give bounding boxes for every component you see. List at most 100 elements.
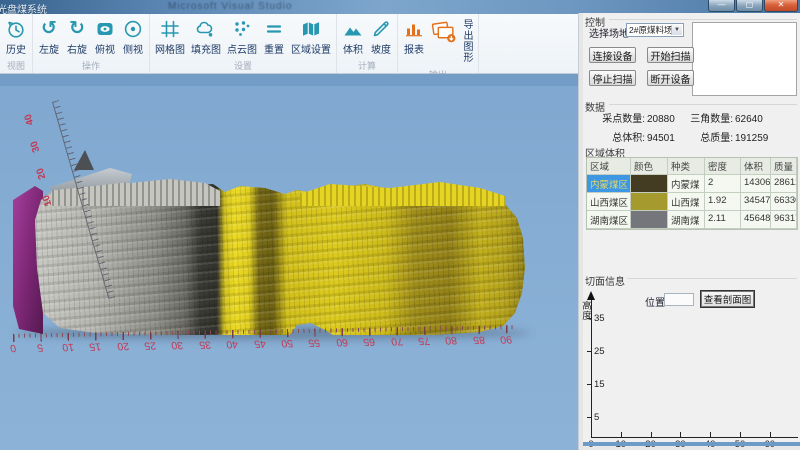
- region-map-icon: [300, 18, 322, 40]
- report-icon: [403, 18, 425, 40]
- ribbon-toolbar: 历史视图↺左旋↻右旋俯视侧视操作网格图填充图点云图重置区域设置设置体积坡度计算报…: [0, 14, 578, 74]
- chevron-down-icon: ▼: [671, 25, 682, 35]
- y-tick-label: 25: [594, 346, 610, 357]
- disconnect-device-button[interactable]: 断开设备: [647, 70, 694, 86]
- density-cell: 1.92: [705, 193, 741, 211]
- divider: [609, 104, 797, 105]
- ruler-number: 35: [192, 338, 218, 350]
- y-tick-label: 15: [594, 379, 610, 390]
- grid-icon: [159, 18, 181, 40]
- ribbon-item-label: 重置: [264, 41, 284, 56]
- table-row[interactable]: 内蒙煤区内蒙煤21430628612: [587, 175, 797, 193]
- stat-label: 总质量:: [683, 129, 733, 144]
- ribbon-group: 历史视图: [0, 14, 33, 73]
- x-tick-mark: [710, 432, 711, 437]
- x-tick-mark: [680, 432, 681, 437]
- ribbon-group: 体积坡度计算: [337, 14, 398, 73]
- stat-label: 采点数量:: [595, 110, 645, 125]
- volume-icon: [342, 18, 364, 40]
- table-header-row: 区域颜色种类密度体积质量: [587, 158, 797, 175]
- ruler-number: 45: [247, 337, 273, 349]
- volume-cell: 14306: [741, 175, 771, 193]
- ribbon-slope-button[interactable]: 坡度: [367, 16, 395, 58]
- ruler-number: 90: [493, 333, 519, 345]
- fill-icon: [195, 18, 217, 40]
- volume-cell: 34547: [741, 193, 771, 211]
- stop-scan-button[interactable]: 停止扫描: [589, 70, 636, 86]
- ribbon-grid-button[interactable]: 网格图: [152, 16, 188, 58]
- slope-icon: [370, 18, 392, 40]
- ribbon-history-button[interactable]: 历史: [2, 16, 30, 58]
- y-tick-label: 5: [594, 412, 610, 423]
- title-bar: 光盘煤系统 Microsoft Visual Studio — ▢ ✕: [0, 0, 800, 14]
- viewport-3d-canvas[interactable]: 40302010 0510152025303540455055606570758…: [0, 74, 578, 450]
- right-panel: 控制 选择场地: 2#原煤料场 ▼ 连接设备开始扫描停止扫描断开设备 数据 采点…: [583, 13, 800, 446]
- table-row[interactable]: 山西煤区山西煤1.923454766330: [587, 193, 797, 211]
- ruler-number: 60: [329, 336, 355, 348]
- view-section-button[interactable]: 查看剖面图: [701, 291, 754, 307]
- position-label: 位置: [645, 294, 665, 309]
- site-select-dropdown[interactable]: 2#原煤料场 ▼: [626, 23, 684, 37]
- y-tick-mark: [587, 351, 592, 352]
- ribbon-top-view-button[interactable]: 俯视: [91, 16, 119, 58]
- position-input[interactable]: [664, 293, 694, 306]
- mass-cell: 96317: [771, 211, 797, 229]
- stat-value: 62640: [733, 114, 763, 125]
- scan-statistics: 采点数量:20880三角数量:62640总体积:94501总质量:191259: [595, 110, 795, 144]
- x-tick-mark: [770, 432, 771, 437]
- x-tick-mark: [591, 432, 592, 437]
- ribbon-item-label: 体积: [343, 41, 363, 56]
- history-icon: [5, 18, 27, 40]
- ribbon-item-label: 点云图: [227, 41, 257, 56]
- start-scan-button[interactable]: 开始扫描: [647, 47, 694, 63]
- color-swatch: [631, 175, 668, 193]
- mass-cell: 28612: [771, 175, 797, 193]
- ribbon-rotate-right-button[interactable]: ↻右旋: [63, 16, 91, 58]
- close-button[interactable]: ✕: [764, 0, 798, 12]
- ruler-number: 10: [55, 341, 81, 353]
- ribbon-group-label: 操作: [35, 58, 147, 74]
- ribbon-side-view-button[interactable]: 侧视: [119, 16, 147, 58]
- stat-item: 三角数量:62640: [683, 110, 787, 125]
- viewport-top-band: [0, 74, 578, 86]
- ruler-number: 80: [438, 334, 464, 346]
- region-cell: 山西煤区: [587, 193, 631, 211]
- ribbon-report-button[interactable]: 报表: [400, 16, 428, 58]
- ribbon-rotate-left-button[interactable]: ↺左旋: [35, 16, 63, 58]
- coal-pile-top-yellow: [300, 182, 510, 206]
- ruler-number: 75: [411, 335, 437, 347]
- stat-value: 191259: [733, 133, 768, 144]
- ribbon-item-label: 左旋: [39, 41, 59, 56]
- column-header: 密度: [705, 158, 741, 175]
- background-window-title: Microsoft Visual Studio: [168, 1, 293, 12]
- ribbon-volume-button[interactable]: 体积: [339, 16, 367, 58]
- ribbon-fill-button[interactable]: 填充图: [188, 16, 224, 58]
- table-row[interactable]: 湖南煤区湖南煤2.114564896317: [587, 211, 797, 229]
- ruler-number: 25: [137, 339, 163, 351]
- column-header: 颜色: [631, 158, 668, 175]
- maximize-button[interactable]: ▢: [736, 0, 763, 12]
- ribbon-points-button[interactable]: 点云图: [224, 16, 260, 58]
- y-axis-arrow: [587, 291, 595, 300]
- color-swatch: [631, 193, 668, 211]
- top-view-icon: [94, 18, 116, 40]
- type-cell: 湖南煤: [668, 211, 705, 229]
- ribbon-region-map-button[interactable]: 区域设置: [288, 16, 334, 58]
- minimize-button[interactable]: —: [708, 0, 735, 12]
- column-header: 种类: [668, 158, 705, 175]
- ruler-number: 20: [110, 340, 136, 352]
- ribbon-group: ↺左旋↻右旋俯视侧视操作: [33, 14, 150, 73]
- ribbon-item-label: 坡度: [371, 41, 391, 56]
- ribbon-group-items: 历史: [2, 16, 30, 58]
- density-cell: 2: [705, 175, 741, 193]
- ribbon-export-button[interactable]: 导出图形: [428, 16, 476, 67]
- ribbon-item-label: 侧视: [123, 41, 143, 56]
- ribbon-reset-button[interactable]: 重置: [260, 16, 288, 58]
- scan-log-listbox[interactable]: [692, 22, 797, 96]
- stat-item: 总质量:191259: [683, 129, 787, 144]
- connect-device-button[interactable]: 连接设备: [589, 47, 636, 63]
- region-cell: 内蒙煤区: [587, 175, 631, 193]
- ribbon-item-label: 区域设置: [291, 41, 331, 56]
- y-axis-label: 高度: [581, 302, 593, 322]
- ribbon-group: 报表导出图形输出: [398, 14, 479, 73]
